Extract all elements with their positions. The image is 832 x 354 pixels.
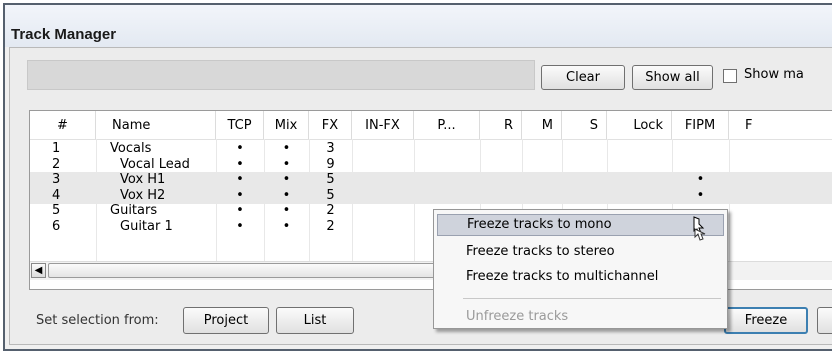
table-row[interactable]: 2 Vocal Lead • • 9 [30, 157, 832, 173]
cell-mix: • [282, 156, 291, 172]
grid-line [264, 139, 265, 261]
cell-fx: 9 [326, 156, 335, 172]
column-header[interactable]: FX [309, 111, 352, 139]
cell-mix: • [282, 187, 291, 203]
menu-item-freeze-stereo[interactable]: Freeze tracks to stereo [437, 241, 724, 263]
show-checkbox[interactable] [723, 69, 737, 83]
freeze-context-menu: Freeze tracks to mono Freeze tracks to s… [433, 209, 728, 329]
column-header[interactable]: TCP [216, 111, 264, 139]
menu-item-freeze-mono[interactable]: Freeze tracks to mono [437, 214, 724, 236]
show-checkbox-label: Show ma [744, 67, 804, 82]
column-header[interactable]: F [729, 111, 832, 139]
cell-num: 1 [52, 141, 61, 156]
column-header[interactable]: M [522, 111, 562, 139]
table-row[interactable]: 4 Vox H2 • • 5 • [30, 187, 832, 204]
freeze-button[interactable]: Freeze [724, 307, 808, 334]
title-bar[interactable]: Track Manager [5, 5, 832, 47]
table-row[interactable]: 3 Vox H1 • • 5 • [30, 172, 832, 188]
cell-num: 5 [52, 203, 61, 218]
cell-num: 2 [52, 156, 61, 172]
cell-mix: • [282, 203, 291, 218]
cell-tcp: • [236, 156, 244, 172]
mouse-pointer-icon [693, 216, 706, 241]
grid-line [729, 139, 730, 261]
cell-num: 4 [52, 187, 61, 203]
cell-tcp: • [236, 187, 244, 203]
extra-button[interactable] [817, 307, 832, 334]
cell-name: Vocals [110, 141, 152, 156]
cell-fx: 5 [326, 172, 335, 187]
column-header[interactable]: Name [96, 111, 216, 139]
column-header[interactable]: P... [414, 111, 480, 139]
menu-item-unfreeze[interactable]: Unfreeze tracks [437, 306, 724, 328]
cell-fipm [672, 141, 729, 157]
cell-name: Vox H1 [120, 172, 166, 187]
column-header[interactable]: Lock [607, 111, 672, 139]
cell-num: 3 [52, 172, 61, 187]
table-row[interactable]: 1 Vocals • • 3 [30, 141, 832, 157]
cell-fx: 2 [326, 218, 335, 234]
column-header[interactable]: S [562, 111, 607, 139]
cell-tcp: • [236, 172, 244, 187]
column-header[interactable]: IN-FX [352, 111, 414, 139]
cell-name: Guitar 1 [120, 218, 173, 234]
cell-name: Vox H2 [120, 187, 166, 203]
cell-fx: 2 [326, 203, 335, 218]
track-list-header: # Name TCP Mix FX IN-FX P... R M S Lock FIPM F [30, 111, 832, 140]
grid-line [352, 139, 353, 261]
window-title: Track Manager [11, 26, 117, 43]
column-header[interactable]: R [480, 111, 522, 139]
grid-line [414, 139, 415, 261]
cell-tcp: • [236, 203, 244, 218]
cell-mix: • [282, 141, 291, 156]
cell-fipm: • [696, 187, 705, 203]
cell-num: 6 [52, 218, 61, 234]
grid-line [309, 139, 310, 261]
cell-fx: 5 [326, 187, 335, 203]
show-all-button[interactable]: Show all [632, 65, 713, 90]
list-button[interactable]: List [276, 307, 354, 334]
chevron-left-icon[interactable]: ◀ [31, 263, 46, 278]
column-header[interactable]: # [30, 111, 96, 139]
cell-mix: • [282, 172, 291, 187]
cell-tcp: • [236, 141, 244, 156]
grid-line [96, 139, 97, 261]
filter-input[interactable] [27, 60, 535, 90]
project-button[interactable]: Project [183, 307, 269, 334]
set-selection-label: Set selection from: [36, 313, 159, 328]
clear-button[interactable]: Clear [541, 65, 625, 90]
column-header[interactable]: FIPM [672, 111, 729, 139]
cell-mix: • [282, 218, 291, 234]
cell-name: Vocal Lead [120, 156, 190, 172]
column-header[interactable]: Mix [264, 111, 309, 139]
cell-tcp: • [236, 218, 244, 234]
cell-fipm: • [696, 172, 705, 187]
cell-name: Guitars [110, 203, 158, 218]
grid-line [216, 139, 217, 261]
cell-fipm [672, 157, 729, 173]
menu-separator [463, 298, 721, 299]
cell-fx: 3 [326, 141, 335, 156]
menu-item-freeze-multichannel[interactable]: Freeze tracks to multichannel [437, 266, 724, 288]
